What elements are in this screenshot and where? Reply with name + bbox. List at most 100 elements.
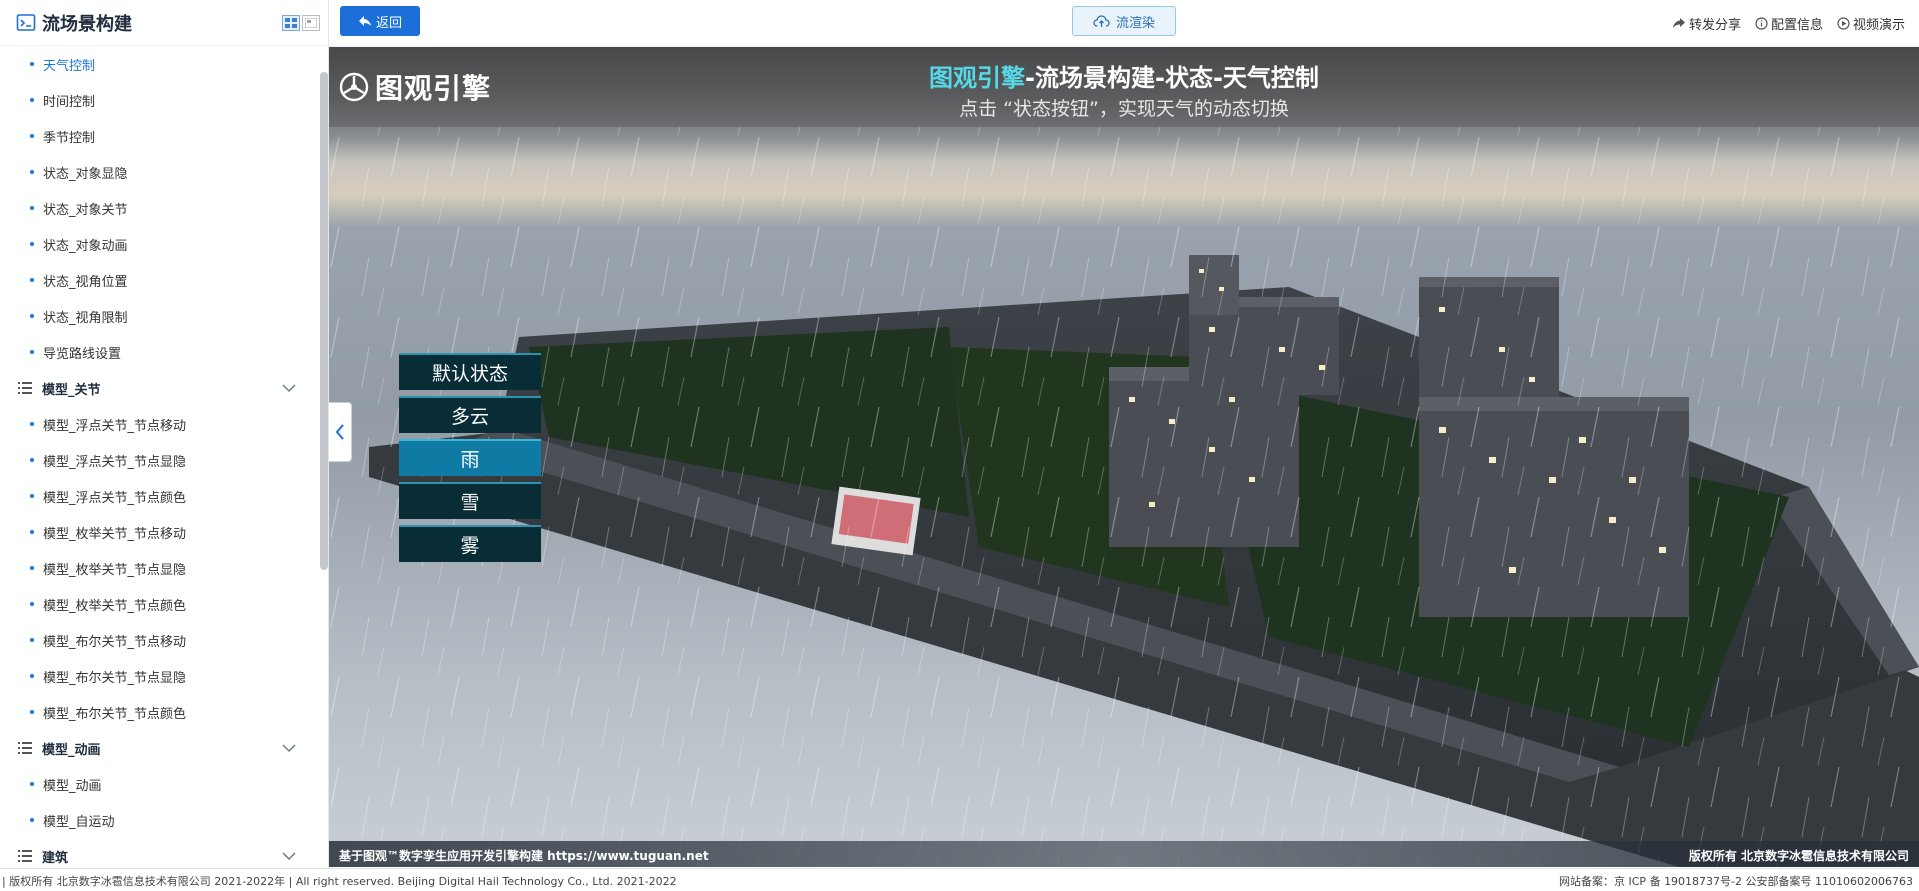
sidebar-group-label: 建筑 [42,850,69,866]
share-icon [1672,18,1685,28]
sidebar-item[interactable]: 导览路线设置 [0,334,318,370]
list-icon [18,850,32,862]
top-bar: 返回 流渲染 转发分享 配置信息 视频演示 [329,0,1919,47]
sidebar-item-label: 模型_枚举关节_节点显隐 [43,562,187,578]
sidebar-item[interactable]: 模型_枚举关节_节点颜色 [0,586,318,622]
sidebar-item[interactable]: 模型_动画 [0,766,318,802]
bullet-dot [30,134,34,138]
sidebar-item-label: 模型_浮点关节_节点移动 [43,418,187,434]
weather-button[interactable]: 雪 [399,482,541,519]
sidebar-item-label: 季节控制 [43,130,96,146]
sidebar-logo-icon [16,13,36,31]
viewport-footer: 基于图观™数字孪生应用开发引擎构建 https://www.tuguan.net… [329,841,1919,867]
chevron-down-icon [282,384,296,393]
sidebar-item-label: 模型_枚举关节_节点移动 [43,526,187,542]
weather-button[interactable]: 默认状态 [399,353,541,390]
chevron-down-icon [282,744,296,753]
render-button[interactable]: 流渲染 [1072,6,1176,36]
weather-button[interactable]: 多云 [399,396,541,433]
banner-title: 图观引擎-流场景构建-状态-天气控制 [329,58,1919,93]
sidebar-item[interactable]: 模型_布尔关节_节点移动 [0,622,318,658]
sidebar-item[interactable]: 状态_对象关节 [0,190,318,226]
bullet-dot [30,818,34,822]
sidebar-item-label: 导览路线设置 [43,346,122,362]
video-link[interactable]: 视频演示 [1837,14,1905,33]
sidebar: 流场景构建 天气控制 时间控制 季节控制 状态_对象显隐 状态_对象关节 状态_对象动画状… [0,0,329,868]
collapse-sidebar-button[interactable] [329,402,352,462]
sidebar-item-label: 时间控制 [43,94,96,110]
sidebar-item[interactable]: 状态_视角位置 [0,262,318,298]
sidebar-item[interactable]: 状态_视角限制 [0,298,318,334]
sidebar-item[interactable]: 模型_浮点关节_节点移动 [0,406,318,442]
bullet-dot [30,566,34,570]
sidebar-group[interactable]: 模型_动画 [0,730,318,766]
sidebar-item[interactable]: 天气控制 [0,46,318,82]
sidebar-list: 天气控制时间控制季节控制状态_对象显隐 状态_对象关节 状态_对象动画状态_视角位置… [0,46,318,868]
bullet-dot [30,314,34,318]
list-view-icon[interactable] [302,14,320,31]
back-arrow-icon [358,16,371,26]
sidebar-item-label: 模型_浮点关节_节点显隐 [43,454,187,470]
bullet-dot [30,494,34,498]
back-button-label: 返回 [375,15,402,31]
share-label: 转发分享 [1688,17,1741,33]
sidebar-item[interactable]: 模型_自运动 [0,802,318,838]
sidebar-header: 流场景构建 [0,0,328,46]
sidebar-scrollbar[interactable] [320,72,328,570]
sidebar-item-label: 状态_对象关节 [43,202,128,218]
bullet-dot [30,170,34,174]
sidebar-item[interactable]: 模型_浮点关节_节点颜色 [0,478,318,514]
scene-viewport[interactable]: 图观引擎 图观引擎-流场景构建-状态-天气控制 点击 “状态按钮”，实现天气的动… [329,47,1919,867]
weather-button[interactable]: 雾 [399,525,541,562]
sidebar-item-label: 模型_自运动 [43,814,115,830]
config-link[interactable]: 配置信息 [1755,14,1823,33]
share-link[interactable]: 转发分享 [1672,14,1741,33]
sidebar-group[interactable]: 模型_关节 [0,370,318,406]
sidebar-item-label: 状态_对象显隐 [43,166,128,182]
sidebar-item-label: 模型_枚举关节_节点颜色 [43,598,187,614]
sidebar-item[interactable]: 模型_布尔关节_节点显隐 [0,658,318,694]
top-right-links: 转发分享 配置信息 视频演示 [1658,0,1905,46]
banner-title-highlight: 图观引擎 [929,64,1026,92]
bullet-dot [30,458,34,462]
list-icon [18,382,32,394]
sidebar-item[interactable]: 模型_浮点关节_节点显隐 [0,442,318,478]
bullet-dot [30,602,34,606]
sidebar-item[interactable]: 状态_对象显隐 [0,154,318,190]
sidebar-item[interactable]: 模型_布尔关节_节点颜色 [0,694,318,730]
weather-button[interactable]: 雨 [399,439,541,476]
sidebar-item-label: 模型_布尔关节_节点颜色 [43,706,187,722]
bullet-dot [30,422,34,426]
sidebar-title: 流场景构建 [42,13,132,35]
chevron-left-icon [335,424,344,440]
sidebar-group-label: 模型_动画 [42,742,101,758]
banner-subtitle: 点击 “状态按钮”，实现天气的动态切换 [959,98,1289,120]
sidebar-group[interactable]: 建筑 [0,838,318,868]
sidebar-item-label: 天气控制 [43,58,96,74]
sidebar-item-label: 状态_视角限制 [43,310,128,326]
chevron-down-icon [282,852,296,861]
sidebar-item[interactable]: 季节控制 [0,118,318,154]
sidebar-item[interactable]: 模型_枚举关节_节点移动 [0,514,318,550]
list-icon [18,742,32,754]
sidebar-item-label: 模型_布尔关节_节点显隐 [43,670,187,686]
cloud-upload-icon [1093,15,1110,27]
video-label: 视频演示 [1852,17,1905,33]
sidebar-item-label: 模型_浮点关节_节点颜色 [43,490,187,506]
icp-record-text: 网站备案：京 ICP 备 19018737号-2 公安部备案号 11010602… [1559,875,1913,888]
sidebar-item[interactable]: 模型_枚举关节_节点显隐 [0,550,318,586]
city-scene [329,127,1919,867]
bottom-bar: | 版权所有 北京数字冰雹信息技术有限公司 2021-2022年 | All r… [0,868,1919,891]
grid-view-icon[interactable] [282,14,300,31]
sidebar-item-label: 状态_对象动画 [43,238,128,254]
viewport-footer-right: 版权所有 北京数字冰雹信息技术有限公司 [1688,849,1909,863]
bullet-dot [30,62,34,66]
back-button[interactable]: 返回 [340,6,420,36]
sidebar-item-label: 模型_动画 [43,778,102,794]
bullet-dot [30,782,34,786]
sidebar-item[interactable]: 时间控制 [0,82,318,118]
bullet-dot [30,674,34,678]
viewport-footer-left: 基于图观™数字孪生应用开发引擎构建 https://www.tuguan.net [339,849,709,863]
bullet-dot [30,350,34,354]
sidebar-item[interactable]: 状态_对象动画 [0,226,318,262]
